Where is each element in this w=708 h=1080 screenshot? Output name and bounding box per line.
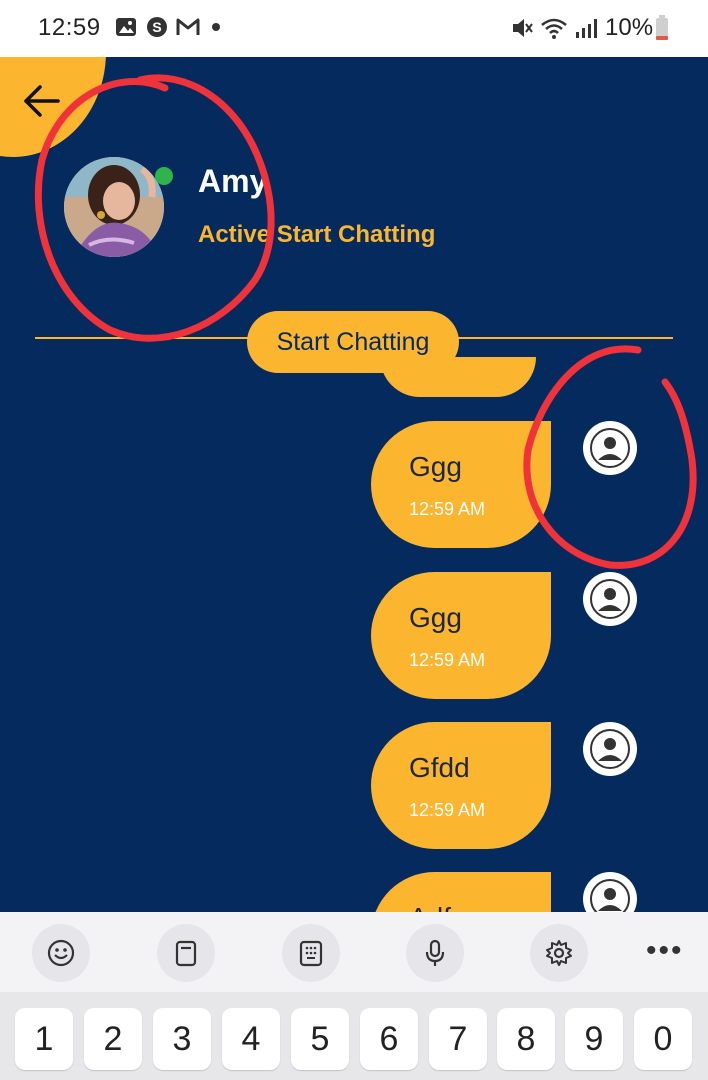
emoji-icon	[47, 939, 75, 967]
sender-avatar[interactable]	[583, 572, 637, 626]
user-avatar-icon	[590, 428, 630, 468]
user-avatar-icon	[590, 879, 630, 912]
status-bar: 12:59 S 10%	[0, 0, 708, 57]
start-chatting-pill: Start Chatting	[247, 311, 459, 373]
sender-avatar[interactable]	[583, 872, 637, 912]
message-bubble[interactable]: Adf	[371, 872, 551, 912]
sender-avatar[interactable]	[583, 421, 637, 475]
message-text: Ggg	[409, 602, 462, 633]
message-bubble[interactable]: Gfdd 12:59 AM	[371, 722, 551, 849]
gmail-icon	[176, 18, 200, 35]
key-4[interactable]: 4	[222, 1008, 280, 1070]
key-7[interactable]: 7	[429, 1008, 487, 1070]
clipboard-button[interactable]	[157, 924, 215, 982]
settings-icon	[546, 940, 572, 966]
key-5[interactable]: 5	[291, 1008, 349, 1070]
contact-avatar[interactable]	[64, 157, 164, 257]
key-3[interactable]: 3	[153, 1008, 211, 1070]
emoji-button[interactable]	[32, 924, 90, 982]
message-time: 12:59 AM	[409, 800, 486, 820]
key-1[interactable]: 1	[15, 1008, 73, 1070]
signal-icon	[576, 19, 597, 38]
mute-icon	[513, 19, 533, 37]
more-icon[interactable]: •••	[646, 934, 684, 968]
key-0[interactable]: 0	[634, 1008, 692, 1070]
key-6[interactable]: 6	[360, 1008, 418, 1070]
key-2[interactable]: 2	[84, 1008, 142, 1070]
keyboard-number-row: 1 2 3 4 5 6 7 8 9 0	[0, 992, 708, 1080]
message-bubble[interactable]: Ggg 12:59 AM	[371, 421, 551, 548]
battery-percent: 10%	[605, 14, 654, 41]
message-text: Ggg	[409, 451, 462, 482]
contact-status: Active Start Chatting	[198, 221, 436, 248]
keypad-button[interactable]	[282, 924, 340, 982]
clipboard-icon	[175, 940, 197, 967]
user-avatar-icon	[590, 729, 630, 769]
keyboard-settings-button[interactable]	[530, 924, 588, 982]
dot-icon	[212, 23, 220, 31]
skype-icon: S	[147, 17, 167, 37]
wifi-icon	[541, 18, 567, 39]
contact-name: Amy	[198, 163, 268, 199]
message-bubble[interactable]: Ggg 12:59 AM	[371, 572, 551, 699]
message-time: 12:59 AM	[409, 650, 486, 670]
sender-avatar[interactable]	[583, 722, 637, 776]
microphone-icon	[425, 939, 445, 966]
message-time: 12:59 AM	[409, 499, 486, 519]
chat-screen: Amy Active Start Chatting Start Chatting…	[0, 57, 708, 912]
battery-icon	[656, 15, 668, 40]
message-text: Gfdd	[409, 752, 470, 783]
status-time: 12:59	[38, 14, 101, 41]
key-9[interactable]: 9	[565, 1008, 623, 1070]
keyboard-toolbar: •••	[0, 912, 708, 992]
online-status-dot	[155, 167, 173, 185]
user-avatar-icon	[590, 579, 630, 619]
message-text: Adf	[409, 902, 451, 912]
back-arrow-icon[interactable]	[20, 81, 64, 121]
keypad-icon	[299, 940, 323, 967]
voice-input-button[interactable]	[406, 924, 464, 982]
svg-text:S: S	[152, 19, 161, 35]
image-icon	[116, 18, 136, 36]
key-8[interactable]: 8	[497, 1008, 555, 1070]
